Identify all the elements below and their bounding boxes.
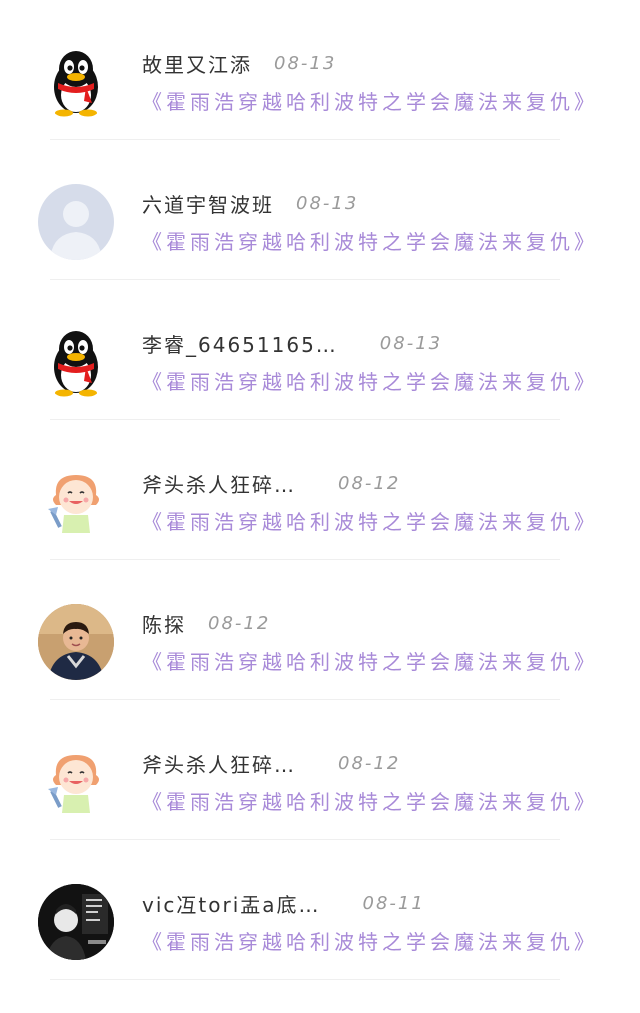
- commenter-name[interactable]: 六道宇智波班: [142, 189, 274, 218]
- cartoon-boy-icon[interactable]: [38, 744, 114, 820]
- comment-date: 08-13: [274, 52, 337, 74]
- comment-date: 08-12: [338, 472, 401, 494]
- list-item[interactable]: vic冱tori盂a底… 08-11 《霍雨浩穿越哈利波特之学会魔法来复仇》: [0, 840, 640, 980]
- comment-list: 故里又江添 08-13 《霍雨浩穿越哈利波特之学会魔法来复仇》 六道宇智波班 0…: [0, 0, 640, 980]
- list-item[interactable]: 斧头杀人狂碎… 08-12 《霍雨浩穿越哈利波特之学会魔法来复仇》: [0, 420, 640, 560]
- comment-date: 08-13: [379, 332, 443, 354]
- comment-date: 08-11: [362, 892, 425, 914]
- default-user-icon[interactable]: [38, 184, 114, 260]
- comment-date: 08-12: [208, 612, 271, 634]
- comment-date: 08-12: [338, 752, 401, 774]
- commenter-name[interactable]: 李睿_64651165…: [142, 329, 338, 358]
- commenter-name[interactable]: 斧头杀人狂碎…: [142, 469, 296, 498]
- qq-penguin-icon[interactable]: [38, 44, 114, 120]
- book-title-link[interactable]: 《霍雨浩穿越哈利波特之学会魔法来复仇》: [142, 926, 598, 955]
- book-title-link[interactable]: 《霍雨浩穿越哈利波特之学会魔法来复仇》: [142, 226, 598, 255]
- dark-photo-avatar[interactable]: [38, 884, 114, 960]
- comment-date: 08-13: [296, 192, 359, 214]
- commenter-name[interactable]: vic冱tori盂a底…: [142, 889, 321, 918]
- list-item[interactable]: 李睿_64651165… 08-13 《霍雨浩穿越哈利波特之学会魔法来复仇》: [0, 280, 640, 420]
- photo-avatar[interactable]: [38, 604, 114, 680]
- divider: [50, 979, 560, 980]
- list-item[interactable]: 陈探 08-12 《霍雨浩穿越哈利波特之学会魔法来复仇》: [0, 560, 640, 700]
- book-title-link[interactable]: 《霍雨浩穿越哈利波特之学会魔法来复仇》: [142, 366, 598, 395]
- commenter-name[interactable]: 故里又江添: [142, 49, 252, 78]
- book-title-link[interactable]: 《霍雨浩穿越哈利波特之学会魔法来复仇》: [142, 506, 598, 535]
- qq-penguin-icon[interactable]: [38, 324, 114, 400]
- list-item[interactable]: 斧头杀人狂碎… 08-12 《霍雨浩穿越哈利波特之学会魔法来复仇》: [0, 700, 640, 840]
- list-item[interactable]: 六道宇智波班 08-13 《霍雨浩穿越哈利波特之学会魔法来复仇》: [0, 140, 640, 280]
- book-title-link[interactable]: 《霍雨浩穿越哈利波特之学会魔法来复仇》: [142, 786, 598, 815]
- book-title-link[interactable]: 《霍雨浩穿越哈利波特之学会魔法来复仇》: [142, 86, 598, 115]
- list-item[interactable]: 故里又江添 08-13 《霍雨浩穿越哈利波特之学会魔法来复仇》: [0, 0, 640, 140]
- commenter-name[interactable]: 陈探: [142, 609, 186, 638]
- cartoon-boy-icon[interactable]: [38, 464, 114, 540]
- commenter-name[interactable]: 斧头杀人狂碎…: [142, 749, 296, 778]
- book-title-link[interactable]: 《霍雨浩穿越哈利波特之学会魔法来复仇》: [142, 646, 598, 675]
